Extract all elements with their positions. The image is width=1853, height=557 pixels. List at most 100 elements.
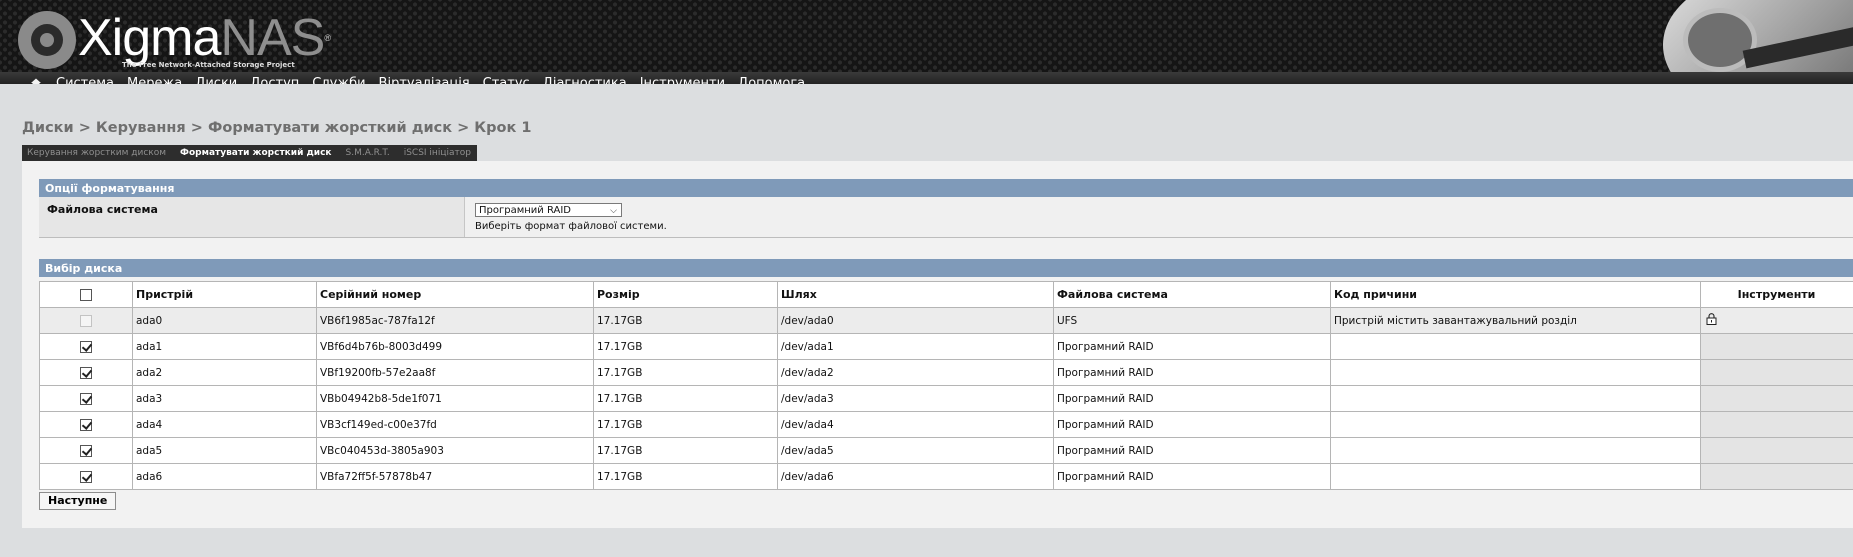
nav-item-help[interactable]: Допомога [738, 76, 805, 85]
cell-serial: VBf19200fb-57e2aa8f [316, 359, 594, 386]
cell-device: ada1 [132, 333, 317, 360]
xigmanas-logo[interactable]: XigmaNAS® The Free Network-Attached Stor… [18, 4, 331, 76]
cell-reason [1330, 385, 1701, 412]
cell-serial: VB3cf149ed-c00e37fd [316, 411, 594, 438]
filesystem-row: Файлова система Програмний RAID ⌵ Вибері… [39, 197, 1853, 238]
cell-path: /dev/ada1 [777, 333, 1054, 360]
filesystem-hint: Виберіть формат файлової системи. [475, 221, 667, 232]
cell-filesystem: Програмний RAID [1053, 463, 1331, 490]
cell-filesystem: Програмний RAID [1053, 333, 1331, 360]
row-checkbox[interactable] [79, 470, 92, 483]
col-reason: Код причини [1330, 281, 1701, 308]
disk-selection-title: Вибір диска [39, 259, 1853, 277]
col-filesystem: Файлова система [1053, 281, 1331, 308]
nav-item-virtualization[interactable]: Віртуалізація [379, 76, 470, 85]
row-checkbox [79, 314, 92, 327]
tab-smart[interactable]: S.M.A.R.T. [346, 148, 390, 158]
cell-filesystem: Програмний RAID [1053, 385, 1331, 412]
cell-tools [1700, 359, 1853, 386]
nav-item-status[interactable]: Статус [483, 76, 530, 85]
table-row: ada3 VBb04942b8-5de1f071 17.17GB /dev/ad… [39, 385, 1853, 412]
tab-disk-management[interactable]: Керування жорстким диском [27, 148, 166, 158]
nav-item-diagnostics[interactable]: Діагностика [543, 76, 627, 85]
header: XigmaNAS® The Free Network-Attached Stor… [0, 0, 1853, 84]
logo-tagline: The Free Network-Attached Storage Projec… [122, 60, 295, 69]
cell-serial: VBc040453d-3805a903 [316, 437, 594, 464]
filesystem-label: Файлова система [39, 197, 464, 237]
table-header-row: Пристрій Серійний номер Розмір Шлях Файл… [39, 281, 1853, 308]
cell-tools [1700, 307, 1853, 334]
table-row: ada0 VB6f1985ac-787fa12f 17.17GB /dev/ad… [39, 307, 1853, 334]
col-device: Пристрій [132, 281, 317, 308]
cell-tools [1700, 385, 1853, 412]
cell-tools [1700, 463, 1853, 490]
row-checkbox[interactable] [79, 444, 92, 457]
cell-size: 17.17GB [593, 307, 778, 334]
nav-item-system[interactable]: Система [56, 76, 114, 85]
chevron-down-icon: ⌵ [610, 206, 617, 216]
tab-bar: Керування жорстким диском Форматувати жо… [22, 145, 477, 161]
next-button[interactable]: Наступне [39, 492, 117, 510]
row-checkbox[interactable] [79, 392, 92, 405]
nav-item-access[interactable]: Доступ [250, 76, 299, 85]
cell-size: 17.17GB [593, 333, 778, 360]
cell-serial: VB6f1985ac-787fa12f [316, 307, 594, 334]
cell-serial: VBb04942b8-5de1f071 [316, 385, 594, 412]
filesystem-select[interactable]: Програмний RAID ⌵ [475, 203, 622, 217]
cell-reason [1330, 437, 1701, 464]
content-panel: Опції форматування Файлова система Прогр… [22, 161, 1853, 528]
table-row: ada4 VB3cf149ed-c00e37fd 17.17GB /dev/ad… [39, 411, 1853, 438]
cell-reason [1330, 411, 1701, 438]
table-row: ada5 VBc040453d-3805a903 17.17GB /dev/ad… [39, 437, 1853, 464]
col-size: Розмір [593, 281, 778, 308]
cell-device: ada3 [132, 385, 317, 412]
cell-tools [1700, 437, 1853, 464]
cell-path: /dev/ada4 [777, 411, 1054, 438]
nav-item-services[interactable]: Служби [312, 76, 365, 85]
nav-item-tools[interactable]: Інструменти [640, 76, 725, 85]
cell-serial: VBfa72ff5f-57878b47 [316, 463, 594, 490]
logo-mark-icon [18, 11, 76, 69]
format-options-title: Опції форматування [39, 179, 1853, 197]
cell-path: /dev/ada5 [777, 437, 1054, 464]
tab-iscsi-initiator[interactable]: iSCSI ініціатор [404, 148, 471, 158]
nav-item-disks[interactable]: Диски [195, 76, 237, 85]
col-path: Шлях [777, 281, 1054, 308]
cell-size: 17.17GB [593, 359, 778, 386]
cell-tools [1700, 411, 1853, 438]
home-icon[interactable] [30, 77, 42, 84]
col-serial: Серійний номер [316, 281, 594, 308]
cell-filesystem: Програмний RAID [1053, 437, 1331, 464]
cell-filesystem: Програмний RAID [1053, 359, 1331, 386]
cell-path: /dev/ada2 [777, 359, 1054, 386]
disk-table: Пристрій Серійний номер Розмір Шлях Файл… [39, 281, 1853, 490]
logo-word-light: Xigma [78, 8, 221, 67]
nav-item-network[interactable]: Мережа [127, 76, 182, 85]
table-row: ada6 VBfa72ff5f-57878b47 17.17GB /dev/ad… [39, 463, 1853, 490]
main-nav: Система Мережа Диски Доступ Служби Вірту… [0, 72, 1853, 84]
lock-icon [1706, 313, 1717, 328]
row-checkbox[interactable] [79, 340, 92, 353]
cell-size: 17.17GB [593, 411, 778, 438]
row-checkbox[interactable] [79, 366, 92, 379]
cell-filesystem: Програмний RAID [1053, 411, 1331, 438]
filesystem-select-value: Програмний RAID [479, 205, 572, 216]
breadcrumb[interactable]: Диски > Керування > Форматувати жорсткий… [22, 120, 531, 136]
select-all-checkbox[interactable] [79, 289, 92, 301]
row-checkbox[interactable] [79, 418, 92, 431]
cell-device: ada0 [132, 307, 317, 334]
cell-device: ada6 [132, 463, 317, 490]
cell-size: 17.17GB [593, 437, 778, 464]
logo-word-dark: NAS [220, 8, 325, 67]
cell-reason [1330, 463, 1701, 490]
cell-device: ada4 [132, 411, 317, 438]
cell-size: 17.17GB [593, 463, 778, 490]
cell-path: /dev/ada0 [777, 307, 1054, 334]
cell-tools [1700, 333, 1853, 360]
col-tools: Інструменти [1700, 281, 1853, 308]
tab-format-disk[interactable]: Форматувати жорсткий диск [180, 148, 332, 158]
cell-serial: VBf6d4b76b-8003d499 [316, 333, 594, 360]
select-all-cell [39, 281, 133, 308]
cell-reason [1330, 359, 1701, 386]
cell-size: 17.17GB [593, 385, 778, 412]
